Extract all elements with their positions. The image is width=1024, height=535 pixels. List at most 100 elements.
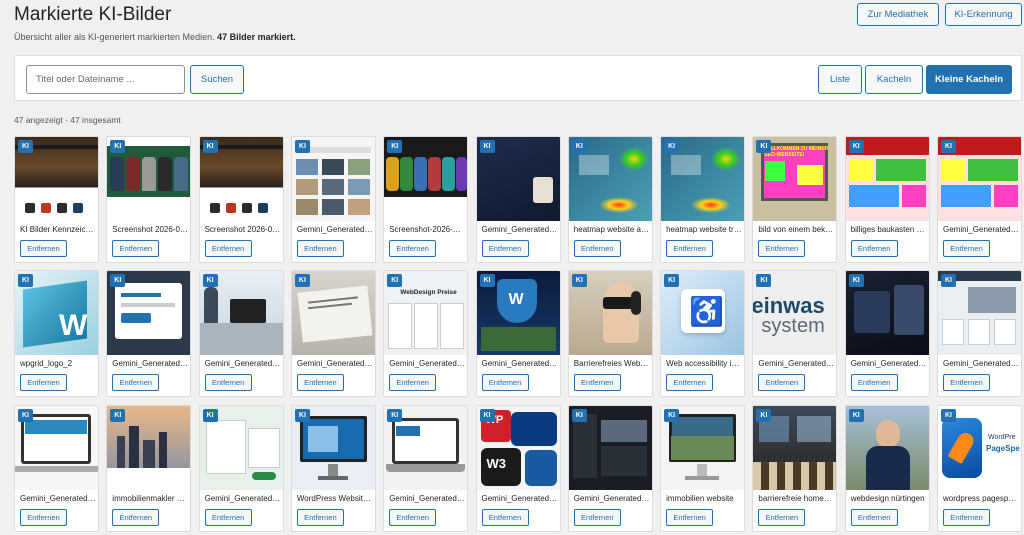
image-card[interactable]: KI Gemini_Generated_Image_12 Entfernen [14, 405, 99, 532]
image-card[interactable]: KI heatmap website analyse Entfernen [567, 136, 653, 263]
image-card[interactable]: W KI wpgrid_logo_2 Entfernen [14, 270, 99, 397]
ki-badge: KI [18, 274, 33, 287]
remove-button[interactable]: Entfernen [943, 374, 990, 391]
page-subtitle: Übersicht aller als KI-generiert markier… [14, 32, 296, 42]
image-card[interactable]: KI KI Bilder Kennzeichnung Entfernen [14, 136, 99, 263]
remove-button[interactable]: Entfernen [112, 509, 160, 526]
remove-button[interactable]: Entfernen [758, 240, 806, 257]
image-card[interactable]: KI barrierefreie homepage Entfernen [752, 405, 838, 532]
remove-button[interactable]: Entfernen [573, 240, 621, 257]
image-card[interactable]: KI Screenshot 2026-01-shop Entfernen [198, 136, 284, 263]
remove-button[interactable]: Entfernen [481, 374, 529, 391]
remove-button[interactable]: Entfernen [204, 509, 252, 526]
thumb-shape [630, 291, 641, 315]
image-card[interactable]: KI Screenshot-2026-hoodies Entfernen [383, 136, 469, 263]
image-filename: barrierefreie homepage [758, 494, 835, 503]
image-card[interactable]: KI immobilienmakler website Entfernen [106, 405, 192, 532]
image-card[interactable]: WordPre PageSpe KI wordpress pagespeed Entfe… [937, 405, 1022, 532]
filter-panel: Suchen Liste Kacheln Kleine Kacheln [14, 55, 1022, 101]
thumb-shape [295, 199, 318, 215]
subtitle-count: 47 Bilder markiert. [217, 32, 296, 42]
thumb-shape [480, 327, 556, 351]
image-card[interactable]: WPW3KIGemini_Generated_Image_15Entfernen [475, 405, 561, 532]
remove-button[interactable]: Entfernen [20, 240, 67, 257]
image-filename: webdesign nürtingen [850, 494, 925, 503]
ai-detection-button[interactable]: KI-Erkennung [945, 3, 1022, 26]
thumb-shape [578, 155, 609, 175]
remove-button[interactable]: Entfernen [850, 240, 898, 257]
remove-button[interactable]: Entfernen [296, 240, 344, 257]
image-card[interactable]: KI Gemini_Generated_Image_4 Entfernen [106, 270, 192, 397]
remove-button[interactable]: Entfernen [204, 374, 252, 391]
image-card[interactable]: KI WordPress Website Design Entfernen [290, 405, 376, 532]
remove-button[interactable]: Entfernen [389, 240, 437, 257]
result-count: 47 angezeigt · 47 insgesamt [14, 115, 121, 125]
image-card[interactable]: einwassystemKIGemini_Generated_Image_9En… [752, 270, 838, 397]
remove-button[interactable]: Entfernen [573, 374, 621, 391]
remove-button[interactable]: Entfernen [112, 240, 160, 257]
remove-button[interactable]: Entfernen [666, 509, 714, 526]
thumb-shape [199, 323, 283, 355]
remove-button[interactable]: Entfernen [20, 509, 67, 526]
remove-button[interactable]: Entfernen [296, 374, 344, 391]
view-small-tiles-button[interactable]: Kleine Kacheln [926, 65, 1012, 94]
remove-button[interactable]: Entfernen [943, 509, 990, 526]
remove-button[interactable]: Entfernen [389, 509, 437, 526]
view-list-button[interactable]: Liste [818, 65, 862, 94]
remove-button[interactable]: Entfernen [573, 509, 621, 526]
image-card[interactable]: ♿ KI Web accessibility icon Entfernen [660, 270, 746, 397]
remove-button[interactable]: Entfernen [850, 374, 898, 391]
image-card[interactable]: KI billiges baukasten system Entfernen [844, 136, 930, 263]
remove-button[interactable]: Entfernen [758, 374, 806, 391]
image-card[interactable]: KI Gemini_Generated_Image_14 Entfernen [383, 405, 469, 532]
image-card[interactable]: KI Gemini_Generated_Image_3 Entfernen [937, 136, 1022, 263]
image-card[interactable]: KI Gemini_Generated_Image_16 Entfernen [567, 405, 653, 532]
remove-button[interactable]: Entfernen [481, 509, 529, 526]
search-button[interactable]: Suchen [190, 65, 244, 94]
remove-button[interactable]: Entfernen [112, 374, 160, 391]
thumb-shape [25, 203, 35, 213]
remove-button[interactable]: Entfernen [204, 240, 252, 257]
remove-button[interactable]: Entfernen [296, 509, 344, 526]
search-input[interactable] [26, 65, 185, 94]
ki-badge: KI [479, 409, 495, 422]
thumb-shape [901, 185, 926, 207]
image-card[interactable]: KI Screenshot 2026-01-hoodies Entfernen [106, 136, 192, 263]
image-card[interactable]: KI immobilien website Entfernen [660, 405, 746, 532]
remove-button[interactable]: Entfernen [481, 240, 529, 257]
image-card[interactable]: KI Gemini_Generated_Image_11 Entfernen [937, 270, 1022, 397]
image-filename: billiges baukasten system [850, 225, 927, 234]
remove-button[interactable]: Entfernen [389, 374, 437, 391]
ki-badge: KI [571, 409, 587, 422]
remove-button[interactable]: Entfernen [943, 240, 990, 257]
image-card[interactable]: KI webdesign nürtingen Entfernen [844, 405, 930, 532]
remove-button[interactable]: Entfernen [758, 509, 806, 526]
image-card[interactable]: KI Barrierefreies Webdesign Entfernen [567, 270, 653, 397]
ki-badge: KI [18, 409, 33, 422]
image-card[interactable]: WILLKOMMEN ZU MEINER SEO-WEBSEITE! KI bild … [752, 136, 838, 263]
image-card[interactable]: KI Gemini_Generated_Image_6 Entfernen [290, 270, 376, 397]
image-card[interactable]: KI Gemini_Generated_Image_2 Entfernen [475, 136, 561, 263]
view-tiles-button[interactable]: Kacheln [865, 65, 923, 94]
thumb-shape [251, 472, 276, 480]
image-card[interactable]: WebDesign Preise KI Gemini_Generated_Image… [383, 270, 469, 397]
thumb-shape [994, 319, 1016, 345]
thumb-shape [25, 420, 87, 434]
thumb-shape [968, 287, 1016, 313]
image-card[interactable]: KI Gemini_Generated_Image_13 Entfernen [198, 405, 284, 532]
media-library-button[interactable]: Zur Mediathek [857, 3, 939, 26]
remove-button[interactable]: Entfernen [850, 509, 898, 526]
thumb-shape [941, 159, 965, 181]
thumb-shape [295, 179, 318, 195]
image-card[interactable]: KI heatmap website tracking Entfernen [660, 136, 746, 263]
image-card[interactable]: KI Gemini_Generated_Image_1 Entfernen [290, 136, 376, 263]
image-card[interactable]: W KI Gemini_Generated_Image_8 Entfernen [475, 270, 561, 397]
image-card[interactable]: KI Gemini_Generated_Image_5 Entfernen [198, 270, 284, 397]
remove-button[interactable]: Entfernen [20, 374, 67, 391]
thumb-shape [598, 197, 639, 213]
image-card[interactable]: KI Gemini_Generated_Image_10 Entfernen [844, 270, 930, 397]
thumb-shape [532, 177, 553, 203]
remove-button[interactable]: Entfernen [666, 240, 714, 257]
thumb-shape [384, 197, 468, 221]
remove-button[interactable]: Entfernen [666, 374, 714, 391]
